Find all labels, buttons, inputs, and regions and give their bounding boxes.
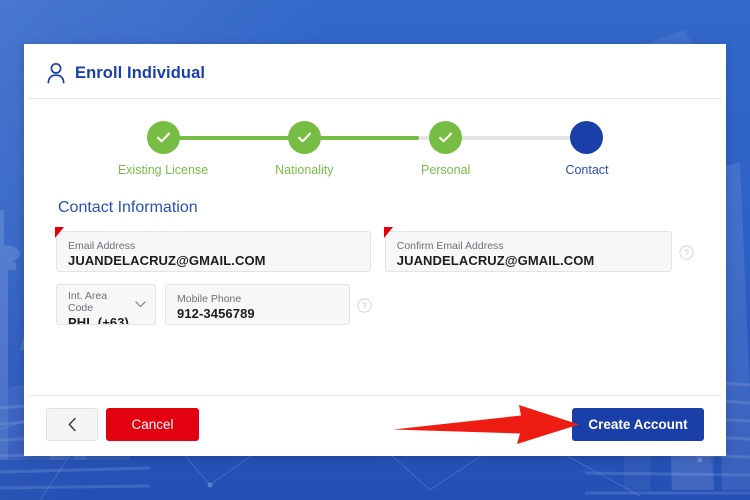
dialog-footer: Cancel Create Account	[28, 395, 722, 452]
help-icon-mobile-phone[interactable]: ?	[357, 298, 372, 313]
int-area-code-label: Int. Area Code	[68, 290, 108, 314]
stepper-bullet-personal	[429, 121, 463, 154]
email-address-field[interactable]: Email Address JUANDELACRUZ@GMAIL.COM	[55, 227, 371, 272]
int-area-code-dropdown[interactable]: Int. Area Code PHL (+63)	[56, 284, 156, 325]
stepper-label-existing-license: Existing License	[117, 163, 209, 177]
section-title: Contact Information	[58, 199, 198, 216]
chevron-down-icon[interactable]	[135, 301, 146, 308]
mobile-phone-field[interactable]: Mobile Phone 912-3456789	[165, 284, 350, 325]
person-icon	[47, 62, 65, 84]
svg-text:?: ?	[362, 301, 367, 311]
cancel-button[interactable]: Cancel	[106, 407, 199, 441]
confirm-email-address-label: Confirm Email Address	[396, 240, 504, 252]
dialog-body: Existing License Nationality Personal Co…	[28, 99, 722, 395]
check-icon	[297, 132, 311, 143]
stepper-step-contact[interactable]: Contact	[532, 121, 642, 185]
back-button[interactable]	[46, 407, 98, 441]
stepper-label-contact: Contact	[565, 163, 609, 177]
help-icon-confirm-email[interactable]: ?	[679, 245, 694, 260]
stepper-label-personal: Personal	[420, 163, 471, 177]
check-icon	[156, 132, 170, 143]
stepper-step-personal[interactable]: Personal	[391, 121, 501, 185]
create-account-button[interactable]: Create Account	[572, 407, 704, 441]
email-address-label: Email Address	[68, 240, 136, 252]
stepper-step-nationality[interactable]: Nationality	[249, 121, 359, 185]
required-flag-icon	[383, 227, 393, 238]
stepper-bullet-nationality	[287, 121, 321, 154]
page-title: Enroll Individual	[75, 63, 206, 82]
form-row-emails: Email Address JUANDELACRUZ@GMAIL.COM Con…	[55, 227, 694, 272]
stepper-label-nationality: Nationality	[275, 163, 334, 177]
confirm-email-address-value: JUANDELACRUZ@GMAIL.COM	[396, 253, 595, 268]
int-area-code-value: PHL (+63)	[68, 315, 129, 324]
confirm-email-address-field[interactable]: Confirm Email Address JUANDELACRUZ@GMAIL…	[383, 227, 672, 272]
stepper-bullet-existing-license	[146, 121, 180, 154]
mobile-phone-label: Mobile Phone	[177, 293, 242, 305]
email-address-value: JUANDELACRUZ@GMAIL.COM	[68, 253, 266, 268]
mobile-phone-value: 912-3456789	[177, 306, 255, 321]
form-row-phone: Int. Area Code PHL (+63) Mobile Phone 91…	[56, 284, 694, 325]
required-flag-icon	[55, 227, 64, 238]
stepper-bullet-contact	[570, 121, 604, 154]
enroll-individual-dialog: Enroll Individual Existing License Natio…	[24, 44, 726, 456]
dialog-header: Enroll Individual	[28, 48, 722, 99]
stepper-step-existing-license[interactable]: Existing License	[108, 121, 218, 185]
progress-stepper: Existing License Nationality Personal Co…	[56, 121, 694, 185]
chevron-left-icon	[68, 417, 76, 431]
contact-information-form: Email Address JUANDELACRUZ@GMAIL.COM Con…	[55, 227, 694, 325]
check-icon	[439, 132, 453, 143]
svg-text:?: ?	[684, 248, 689, 258]
